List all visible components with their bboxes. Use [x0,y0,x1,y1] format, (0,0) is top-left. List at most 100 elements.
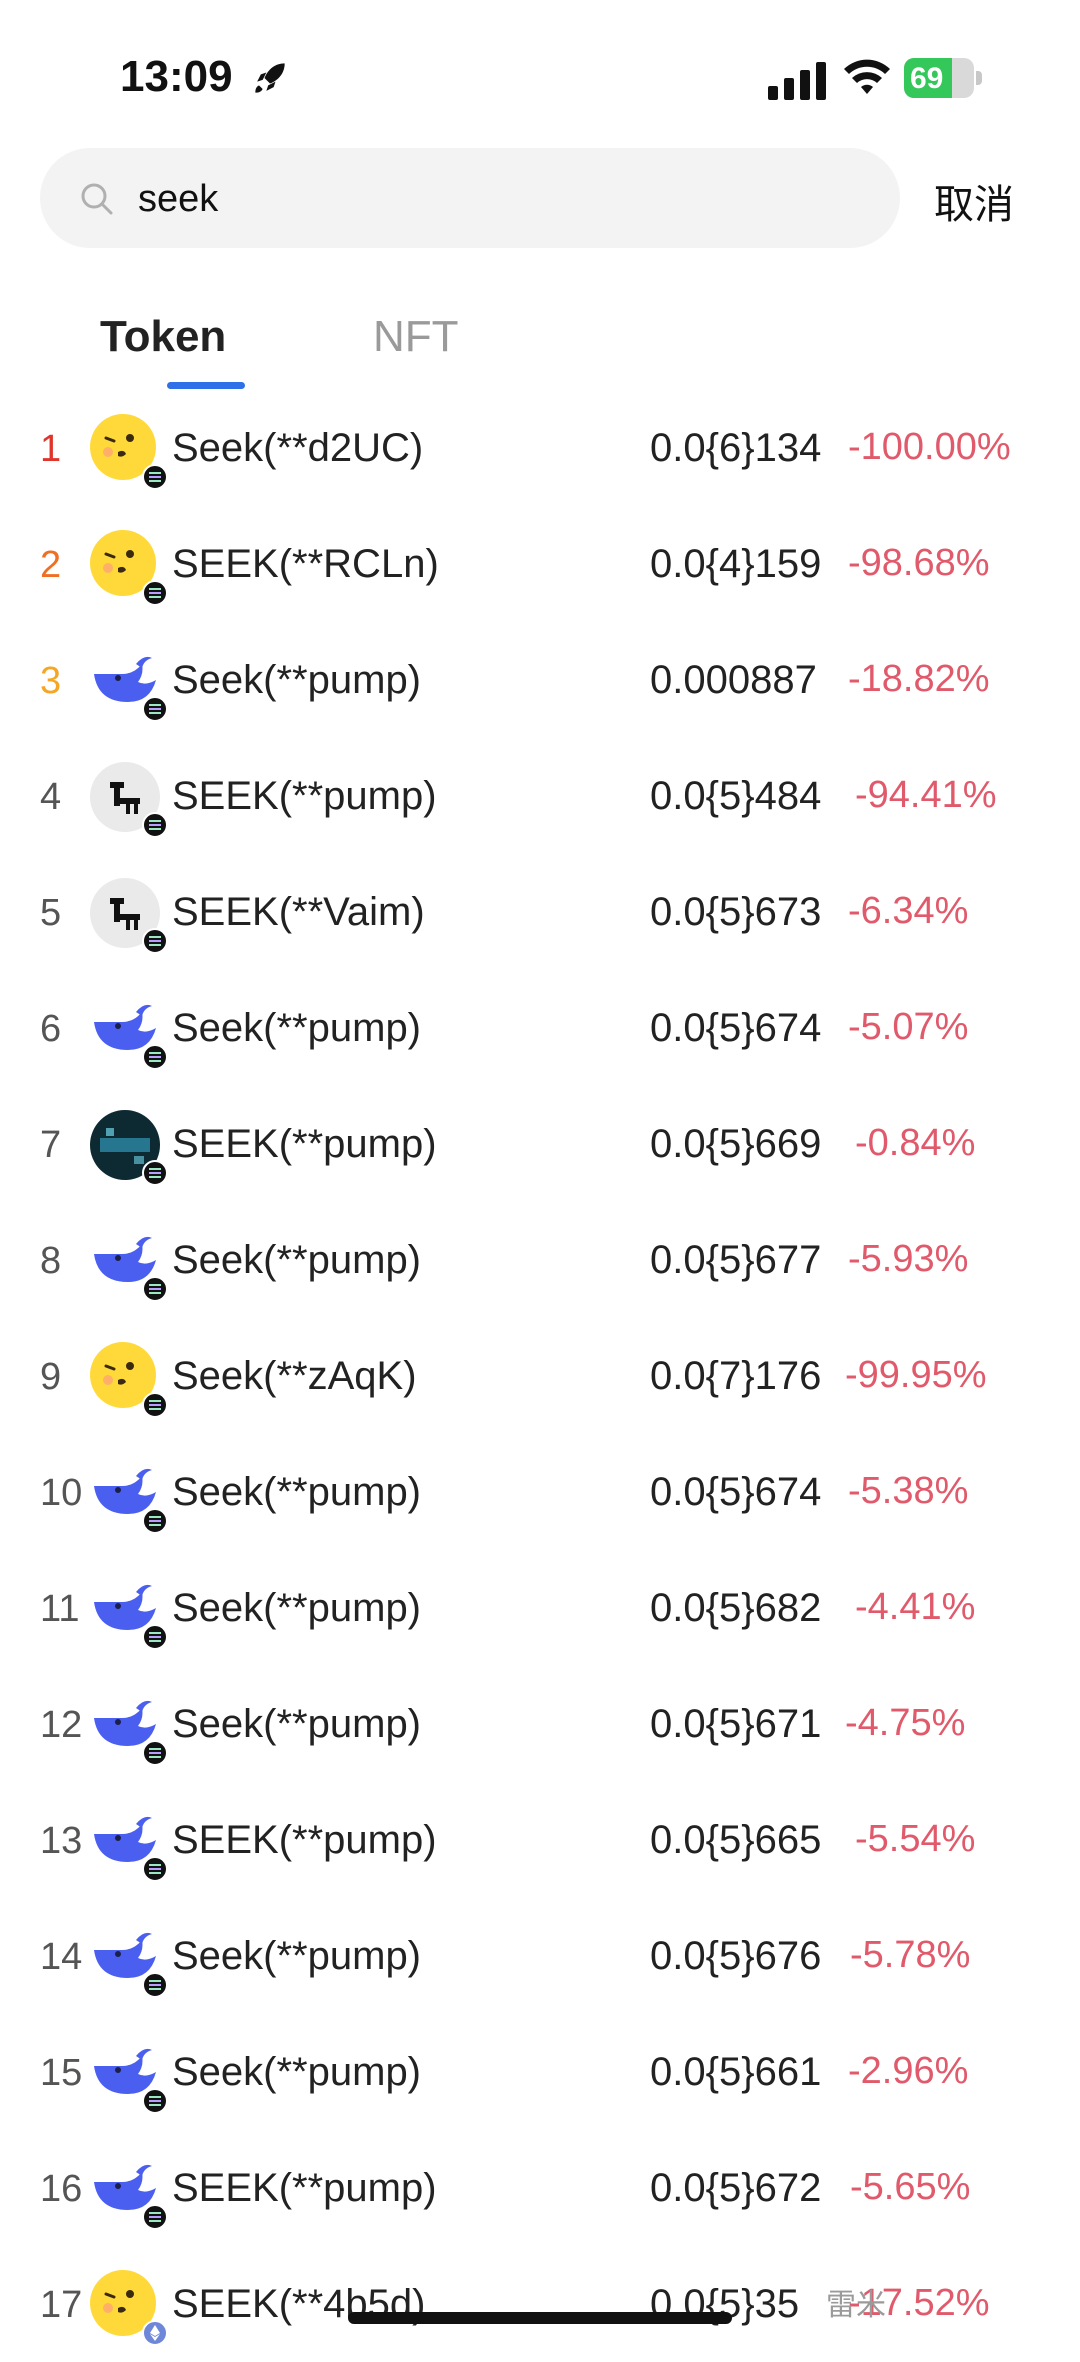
token-row[interactable]: 15 Seek(**pump) 0.0{5}661 -2.96% [0,2014,1080,2130]
tab-token[interactable]: Token [100,312,226,362]
token-rank: 12 [40,1704,83,1746]
token-price: 0.0{6}134 [650,426,822,470]
search-bar[interactable] [40,148,900,248]
battery-body: 69 [904,58,974,98]
token-name: Seek(**pump) [172,1006,422,1050]
token-price: 0.0{5}673 [650,890,822,934]
token-rank: 7 [40,1124,62,1166]
active-tab-indicator [167,382,245,389]
blue-whale-icon [88,2036,168,2114]
token-price: 0.0{5}674 [650,1470,822,1514]
token-row[interactable]: 16 SEEK(**pump) 0.0{5}672 -5.65% [0,2130,1080,2246]
token-row[interactable]: 9 Seek(**zAqK) 0.0{7}176 -99.95% [0,1318,1080,1434]
blue-whale-icon [88,992,168,1070]
token-change: -5.65% [850,2166,971,2208]
token-name: Seek(**pump) [172,1586,422,1630]
token-rank: 3 [40,660,62,702]
token-name: Seek(**pump) [172,1238,422,1282]
token-change: -0.84% [855,1122,976,1164]
blue-whale-icon [88,2152,168,2230]
token-price: 0.0{5}672 [650,2166,822,2210]
token-row[interactable]: 1 Seek(**d2UC) 0.0{6}134 -100.00% [0,390,1080,506]
token-rank: 17 [40,2284,83,2326]
token-rank: 11 [40,1588,80,1630]
token-row[interactable]: 2 SEEK(**RCLn) 0.0{4}159 -98.68% [0,506,1080,622]
home-indicator[interactable] [348,2312,732,2324]
token-row[interactable]: 12 Seek(**pump) 0.0{5}671 -4.75% [0,1666,1080,1782]
token-name: SEEK(**pump) [172,1122,437,1166]
token-rank: 13 [40,1820,83,1862]
token-rank: 16 [40,2168,83,2210]
battery-percent: 69 [910,62,944,95]
token-rank: 10 [40,1472,83,1514]
token-price: 0.0{5}484 [650,774,822,818]
token-name: SEEK(**pump) [172,774,437,818]
token-rank: 14 [40,1936,83,1978]
token-rank: 8 [40,1240,62,1282]
token-change: -5.38% [848,1470,969,1512]
token-rank: 1 [40,428,62,470]
token-name: Seek(**zAqK) [172,1354,417,1398]
token-price: 0.0{5}665 [650,1818,822,1862]
token-price: 0.0{5}661 [650,2050,822,2094]
token-price: 0.0{5}674 [650,1006,822,1050]
token-name: SEEK(**Vaim) [172,890,425,934]
token-price: 0.0{5}669 [650,1122,822,1166]
token-price: 0.0{5}676 [650,1934,822,1978]
token-name: SEEK(**pump) [172,1818,437,1862]
emoji-face-icon [88,1340,168,1418]
token-rank: 2 [40,544,62,586]
token-price: 0.0{5}677 [650,1238,822,1282]
token-row[interactable]: 6 Seek(**pump) 0.0{5}674 -5.07% [0,970,1080,1086]
token-change: -5.54% [855,1818,976,1860]
token-price: 0.0{4}159 [650,542,822,586]
token-rank: 4 [40,776,62,818]
token-change: -94.41% [855,774,997,816]
token-rank: 6 [40,1008,62,1050]
token-row[interactable]: 13 SEEK(**pump) 0.0{5}665 -5.54% [0,1782,1080,1898]
emoji-face-icon [88,2268,168,2346]
token-row[interactable]: 8 Seek(**pump) 0.0{5}677 -5.93% [0,1202,1080,1318]
token-name: SEEK(**RCLn) [172,542,439,586]
token-name: Seek(**pump) [172,1470,422,1514]
token-row[interactable]: 14 Seek(**pump) 0.0{5}676 -5.78% [0,1898,1080,2014]
tab-nft[interactable]: NFT [373,312,459,362]
battery-cap [976,71,982,85]
token-row[interactable]: 5 SEEK(**Vaim) 0.0{5}673 -6.34% [0,854,1080,970]
token-price: 0.000887 [650,658,817,702]
token-name: Seek(**pump) [172,658,422,702]
emoji-face-icon [88,412,168,490]
blue-whale-icon [88,1804,168,1882]
search-input[interactable] [136,168,840,230]
token-row[interactable]: 4 SEEK(**pump) 0.0{5}484 -94.41% [0,738,1080,854]
blue-whale-icon [88,1920,168,1998]
token-row[interactable]: 7 SEEK(**pump) 0.0{5}669 -0.84% [0,1086,1080,1202]
token-change: -18.82% [848,658,990,700]
token-change: -5.78% [850,1934,971,1976]
blue-whale-icon [88,1688,168,1766]
blue-whale-icon [88,644,168,722]
token-name: SEEK(**pump) [172,2166,437,2210]
token-price: 0.0{5}671 [650,1702,822,1746]
grey-figure-icon [88,876,168,954]
dark-photo-icon [88,1108,168,1186]
cancel-button[interactable]: 取消 [934,172,1014,230]
rocket-icon [255,63,285,93]
token-name: Seek(**pump) [172,1702,422,1746]
token-row[interactable]: 10 Seek(**pump) 0.0{5}674 -5.38% [0,1434,1080,1550]
token-change: -2.96% [848,2050,969,2092]
cellular-signal-icon [768,62,826,100]
wifi-icon [844,59,890,94]
blue-whale-icon [88,1572,168,1650]
token-change: -6.34% [848,890,969,932]
token-change: -4.41% [855,1586,976,1628]
token-name: Seek(**d2UC) [172,426,424,470]
token-price: 0.0{5}682 [650,1586,822,1630]
token-row[interactable]: 11 Seek(**pump) 0.0{5}682 -4.41% [0,1550,1080,1666]
token-row[interactable]: 3 Seek(**pump) 0.000887 -18.82% [0,622,1080,738]
token-change: -99.95% [845,1354,987,1396]
token-rank: 5 [40,892,62,934]
token-name: Seek(**pump) [172,1934,422,1978]
token-row[interactable]: 17 SEEK(**4b5d) 0.0{5}35 -17.52% [0,2246,1080,2362]
emoji-face-icon [88,528,168,606]
